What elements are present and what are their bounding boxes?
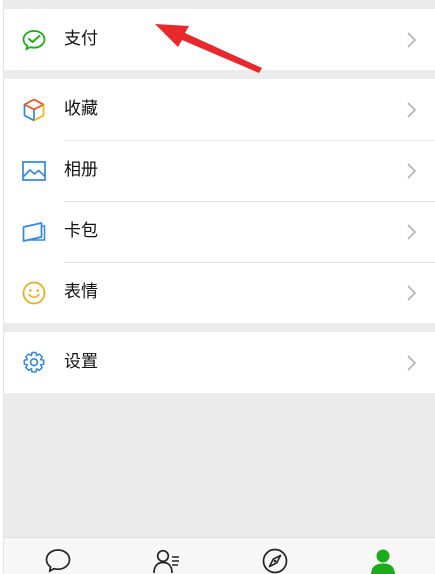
annotation-arrow [155, 24, 262, 73]
